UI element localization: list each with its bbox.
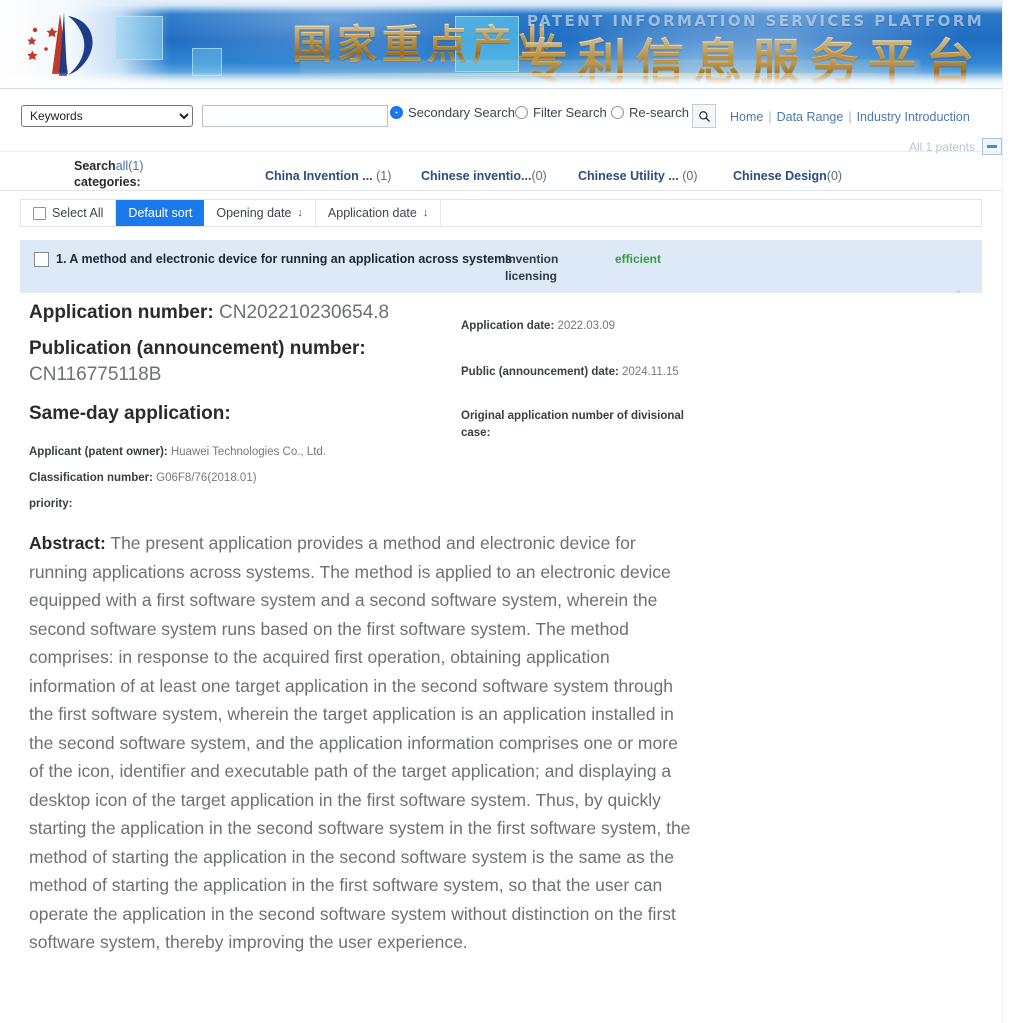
banner-decor-square-1 (115, 16, 163, 60)
field-public-date-value: 2024.11.15 (622, 366, 679, 378)
all-patents-label: All 1 patents (908, 139, 975, 154)
radio-secondary-search[interactable]: Secondary Search (390, 105, 515, 120)
field-publication-number-label: Publication (announcement) number: (29, 338, 366, 359)
patent-search-page: 国家重点产业 PATENT INFORMATION SERVICES PLATF… (0, 0, 1024, 1023)
field-public-date: Public (announcement) date: 2024.11.15 (461, 364, 721, 381)
field-application-date-label: Application date: (461, 320, 555, 332)
tab-chinese-utility-label: Chinese Utility ... (578, 169, 679, 183)
tab-chinese-invention-pub-label: Chinese inventio... (421, 169, 532, 183)
radio-secondary-search-dot[interactable] (390, 106, 403, 119)
search-button[interactable] (692, 104, 716, 128)
search-categories-count: all(1) (115, 160, 144, 173)
field-priority: priority: (29, 496, 449, 513)
search-categories-label-line1: Search (74, 160, 116, 173)
field-application-number-label: Application number: (29, 302, 214, 323)
result-select-checkbox[interactable] (34, 252, 49, 267)
field-classification: Classification number: G06F8/76(2018.01) (29, 470, 449, 487)
search-field-select[interactable]: Keywords (21, 105, 193, 127)
search-categories-label-line2: categories: (74, 175, 141, 189)
tab-chinese-design-count: (0) (826, 169, 843, 183)
radio-filter-search[interactable]: Filter Search (515, 105, 607, 120)
category-tabs: Searchall(1) categories: China Invention… (0, 160, 1002, 191)
field-application-date-value: 2022.03.09 (557, 320, 616, 332)
result-row-header: 1. A method and electronic device for ru… (20, 240, 982, 293)
tab-chinese-utility-count: (0) (682, 169, 698, 183)
abstract-text: The present application provides a metho… (29, 533, 691, 952)
search-input[interactable] (202, 105, 388, 127)
link-home[interactable]: Home (730, 110, 763, 124)
field-application-date: Application date: 2022.03.09 (461, 318, 721, 335)
radio-filter-search-dot[interactable] (515, 106, 528, 119)
link-industry-introduction[interactable]: Industry Introduction (857, 110, 970, 124)
top-links: Home | Data Range | Industry Introduction (730, 110, 970, 124)
radio-filter-search-label: Filter Search (533, 105, 607, 120)
sort-opening-date-label: Opening date (216, 206, 292, 220)
field-same-day-application-label: Same-day application: (29, 403, 231, 424)
field-classification-value: G06F8/76(2018.01) (156, 472, 257, 484)
tab-china-invention-label: China Invention ... (265, 169, 373, 183)
field-application-number: Application number: CN202210230654.8 (29, 300, 449, 326)
radio-re-search-dot[interactable] (611, 106, 624, 119)
detail-left-column: Application number: CN202210230654.8 Pub… (29, 300, 449, 522)
banner-bottom-fade (0, 72, 1002, 88)
sort-default-label: Default sort (128, 206, 193, 220)
select-all-control[interactable]: Select All (21, 200, 117, 226)
collapse-button[interactable] (982, 138, 1002, 155)
patent-platform-logo (27, 12, 93, 76)
select-all-label: Select All (52, 206, 104, 220)
tab-china-invention-count: (1) (376, 169, 392, 183)
tab-chinese-invention-pub-count: (0) (531, 169, 547, 183)
site-banner: 国家重点产业 PATENT INFORMATION SERVICES PLATF… (0, 0, 1002, 89)
select-all-checkbox[interactable] (33, 206, 46, 220)
field-divisional-original-number-label: Original application number of divisiona… (461, 410, 684, 439)
field-public-date-label: Public (announcement) date: (461, 366, 619, 378)
field-applicant: Applicant (patent owner): Huawei Technol… (29, 444, 449, 461)
sort-opening-date-button[interactable]: Opening date ↓ (204, 200, 316, 226)
tab-china-invention[interactable]: China Invention ... (1) (265, 169, 391, 183)
sort-default-button[interactable]: Default sort (116, 200, 205, 226)
sort-down-arrow-icon: ↓ (297, 207, 303, 219)
sort-application-date-button[interactable]: Application date ↓ (316, 200, 442, 226)
result-title[interactable]: 1. A method and electronic device for ru… (56, 252, 512, 266)
sort-down-arrow-icon-2: ↓ (422, 207, 429, 219)
result-status-badge: efficient (615, 252, 662, 266)
sort-application-date-label: Application date (327, 206, 417, 220)
tab-chinese-utility[interactable]: Chinese Utility ... (0) (578, 169, 697, 183)
field-applicant-value: Huawei Technologies Co., Ltd. (170, 446, 326, 458)
tab-chinese-design-label: Chinese Design (733, 169, 827, 183)
field-publication-number-value: CN116775118B (29, 364, 162, 385)
all-patents-summary: All 1 patents (909, 138, 1002, 155)
radio-re-search[interactable]: Re-search (611, 105, 689, 120)
field-divisional-original-number: Original application number of divisiona… (461, 408, 696, 442)
link-sep-2: | (848, 110, 852, 124)
minus-icon (987, 145, 997, 148)
link-sep-1: | (768, 110, 772, 124)
detail-corner-dot (957, 290, 960, 293)
field-publication-number: Publication (announcement) number: CN116… (29, 336, 449, 388)
sort-toolbar: Select All Default sort Opening date ↓ A… (20, 199, 982, 227)
search-icon (698, 110, 710, 122)
field-applicant-label: Applicant (patent owner): (29, 446, 168, 458)
tab-chinese-design[interactable]: Chinese Design(0) (733, 169, 842, 183)
radio-re-search-label: Re-search (629, 105, 689, 120)
field-application-number-value: CN202210230654.8 (219, 302, 390, 323)
link-data-range[interactable]: Data Range (777, 110, 844, 124)
abstract-block: Abstract: The present application provid… (29, 529, 691, 957)
search-categories-label: Searchall(1) categories: (74, 160, 146, 190)
detail-right-column: Application date: 2022.03.09 Public (ann… (461, 300, 721, 469)
field-priority-label: priority: (29, 498, 73, 510)
right-gutter (1002, 0, 1024, 1023)
field-classification-label: Classification number: (29, 472, 153, 484)
abstract-label: Abstract: (29, 533, 106, 553)
tab-chinese-invention-pub[interactable]: Chinese inventio...(0) (421, 169, 547, 183)
result-tag: Invention licensing (505, 252, 559, 283)
field-same-day-application: Same-day application: (29, 401, 449, 427)
radio-secondary-search-label: Secondary Search (408, 105, 515, 120)
